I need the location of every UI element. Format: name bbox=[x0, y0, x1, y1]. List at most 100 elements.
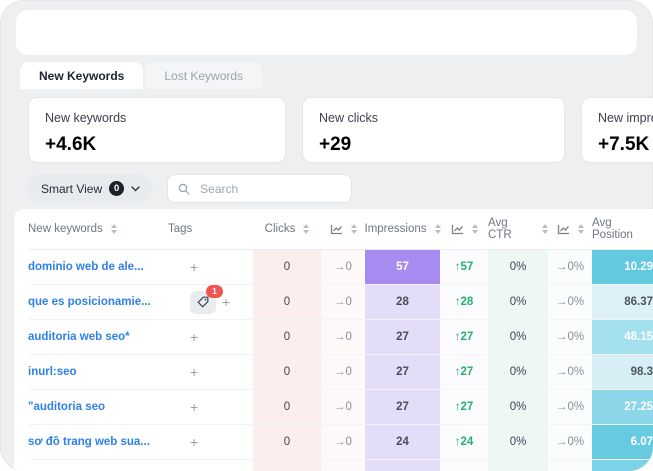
search-icon bbox=[178, 183, 190, 195]
smart-view-count-badge: 0 bbox=[109, 181, 124, 196]
clicks-value: 0 bbox=[253, 425, 321, 459]
top-toolbar-placeholder bbox=[16, 10, 637, 55]
chevron-down-icon bbox=[131, 186, 140, 192]
line-chart-icon bbox=[451, 224, 464, 235]
ctr-trend: →0% bbox=[548, 355, 592, 389]
ctr-trend: →0% bbox=[548, 285, 592, 319]
sort-icon[interactable] bbox=[578, 224, 584, 234]
table-header: New keywords Tags Clicks Impressions bbox=[28, 209, 653, 250]
add-tag-button[interactable]: + bbox=[190, 365, 198, 379]
impressions-value: 27 bbox=[365, 355, 440, 389]
search-box bbox=[167, 174, 352, 203]
metric-card-new-impressions: New impressions +7.5K bbox=[581, 97, 653, 163]
sort-icon[interactable] bbox=[303, 224, 309, 234]
tab-lost-keywords[interactable]: Lost Keywords bbox=[145, 62, 262, 89]
avg-position-value: 48.15 bbox=[592, 320, 653, 354]
impressions-change: ↑27 bbox=[440, 320, 488, 354]
table-row: que es posicionamie...1+0→028↑280%→0%86.… bbox=[28, 285, 653, 320]
clicks-value: 0 bbox=[253, 320, 321, 354]
avg-ctr-value: 0% bbox=[488, 355, 548, 389]
keyword-link[interactable]: inurl:seo bbox=[28, 366, 77, 378]
add-tag-button[interactable]: + bbox=[190, 260, 198, 274]
smart-view-dropdown[interactable]: Smart View 0 bbox=[28, 174, 153, 203]
impressions-value: 27 bbox=[365, 390, 440, 424]
avg-position-value: 10.29 bbox=[592, 250, 653, 284]
impressions-change: ↑27 bbox=[440, 390, 488, 424]
ctr-trend: →0% bbox=[548, 390, 592, 424]
metric-label: New impressions bbox=[598, 111, 653, 125]
clicks-trend: →0 bbox=[321, 355, 365, 389]
keyword-link[interactable]: auditoria web seo* bbox=[28, 331, 130, 343]
add-tag-button[interactable]: + bbox=[190, 400, 198, 414]
smart-view-label: Smart View bbox=[41, 182, 102, 196]
clicks-trend: →0 bbox=[321, 285, 365, 319]
table-row: inurl:seo+0→027↑270%→0%98.3 bbox=[28, 355, 653, 390]
add-tag-button[interactable]: + bbox=[190, 435, 198, 449]
clicks-value: 0 bbox=[253, 390, 321, 424]
impressions-change: ↑57 bbox=[440, 250, 488, 284]
line-chart-icon bbox=[330, 224, 343, 235]
avg-position-value: 27.25 bbox=[592, 390, 653, 424]
clicks-trend: →0 bbox=[321, 320, 365, 354]
table-row: "auditoria seo +0→027↑270%→0%27.25 bbox=[28, 390, 653, 425]
avg-position-value: 86.37 bbox=[592, 285, 653, 319]
sort-icon[interactable] bbox=[351, 224, 357, 234]
filter-row: Smart View 0 bbox=[28, 174, 653, 203]
column-header-clicks: Clicks bbox=[253, 209, 321, 249]
clicks-value: 0 bbox=[253, 285, 321, 319]
clicks-value: 0 bbox=[253, 355, 321, 389]
clicks-trend: →0 bbox=[321, 390, 365, 424]
ctr-trend: →0% bbox=[548, 250, 592, 284]
keyword-link[interactable]: sơ đồ trang web sua... bbox=[28, 436, 150, 448]
column-header-tags: Tags bbox=[168, 209, 253, 249]
avg-ctr-value: 0% bbox=[488, 285, 548, 319]
table-row: dominio web de ale...+0→057↑570%→0%10.29 bbox=[28, 250, 653, 285]
sort-icon[interactable] bbox=[111, 224, 117, 234]
keyword-link[interactable]: "auditoria seo bbox=[28, 401, 105, 413]
metric-label: New keywords bbox=[45, 111, 269, 125]
line-chart-icon bbox=[557, 224, 570, 235]
keywords-dashboard: New Keywords Lost Keywords New keywords … bbox=[0, 0, 653, 471]
ctr-trend: →0% bbox=[548, 320, 592, 354]
add-tag-button[interactable]: + bbox=[222, 295, 230, 309]
tab-new-keywords[interactable]: New Keywords bbox=[20, 62, 143, 89]
clicks-trend: →0 bbox=[321, 425, 365, 459]
column-header-impressions: Impressions bbox=[365, 209, 440, 249]
avg-ctr-value: 0% bbox=[488, 390, 548, 424]
metric-value: +29 bbox=[319, 134, 548, 156]
impressions-change: ↑28 bbox=[440, 285, 488, 319]
ctr-trend: →0% bbox=[548, 425, 592, 459]
add-tag-button[interactable]: + bbox=[190, 330, 198, 344]
search-input[interactable] bbox=[198, 181, 341, 197]
column-header-avg-ctr: Avg CTR bbox=[488, 209, 548, 249]
column-header-avg-position: Avg Position bbox=[592, 209, 653, 249]
keyword-link[interactable]: que es posicionamie... bbox=[28, 296, 151, 308]
tag-count-badge: 1 bbox=[206, 285, 223, 298]
tab-bar: New Keywords Lost Keywords bbox=[20, 62, 653, 89]
table-row: sơ đồ trang web sua...+0→024↑240%→0%6.07 bbox=[28, 425, 653, 460]
table-row: auditoria web seo* +0→027↑270%→0%48.15 bbox=[28, 320, 653, 355]
tag-icon bbox=[197, 296, 209, 308]
avg-ctr-value: 0% bbox=[488, 320, 548, 354]
column-header-ctr-trend bbox=[548, 209, 592, 249]
impressions-change: ↑24 bbox=[440, 425, 488, 459]
avg-position-value: 6.07 bbox=[592, 425, 653, 459]
keyword-link[interactable]: dominio web de ale... bbox=[28, 261, 144, 273]
avg-ctr-value: 0% bbox=[488, 250, 548, 284]
clicks-value: 0 bbox=[253, 250, 321, 284]
column-header-clicks-trend bbox=[321, 209, 365, 249]
column-header-impressions-trend bbox=[440, 209, 488, 249]
column-header-keywords: New keywords bbox=[28, 209, 168, 249]
impressions-value: 27 bbox=[365, 320, 440, 354]
sort-icon[interactable] bbox=[472, 224, 478, 234]
metric-value: +7.5K bbox=[598, 134, 653, 156]
metric-card-new-clicks: New clicks +29 bbox=[302, 97, 565, 163]
table-row-partial bbox=[28, 460, 653, 471]
metric-value: +4.6K bbox=[45, 134, 269, 156]
tag-button[interactable]: 1 bbox=[190, 291, 216, 314]
table-body: dominio web de ale...+0→057↑570%→0%10.29… bbox=[28, 250, 653, 471]
impressions-value: 24 bbox=[365, 425, 440, 459]
impressions-value: 28 bbox=[365, 285, 440, 319]
keywords-table: New keywords Tags Clicks Impressions bbox=[14, 209, 653, 471]
impressions-change: ↑27 bbox=[440, 355, 488, 389]
